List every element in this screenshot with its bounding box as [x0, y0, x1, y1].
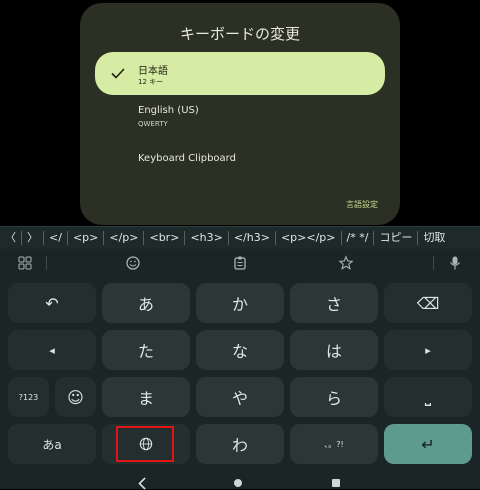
option-english-us[interactable]: English (US) QWERTY	[95, 103, 385, 135]
suggestion-chip[interactable]: コピー	[374, 231, 419, 245]
highlight-box	[116, 426, 174, 462]
keyboard: ↶ あ か さ ⌫ ◂ た な は ▸ ?123 ☺ ま や ら ⎵ あa わ …	[0, 249, 480, 477]
enter-key[interactable]: ↵	[384, 424, 472, 464]
check-icon	[111, 68, 125, 79]
suggestion-chip[interactable]: </h3>	[229, 231, 276, 245]
backspace-key[interactable]: ⌫	[384, 283, 472, 323]
key-ya[interactable]: や	[196, 377, 284, 417]
option-sub: 12 キー	[138, 78, 164, 86]
suggestion-chip[interactable]: 切取	[418, 231, 450, 245]
option-name: English (US)	[138, 105, 199, 116]
keyboard-toolbar	[0, 249, 480, 277]
toolbar-divider	[46, 256, 47, 270]
option-sub: QWERTY	[138, 120, 168, 128]
option-japanese[interactable]: 日本語 12 キー	[95, 52, 385, 95]
undo-key[interactable]: ↶	[8, 283, 96, 323]
key-sa[interactable]: さ	[290, 283, 378, 323]
suggestion-chip[interactable]: 〉	[22, 231, 44, 245]
back-icon[interactable]	[138, 477, 151, 490]
key-ka[interactable]: か	[196, 283, 284, 323]
toolbar-divider	[433, 256, 434, 270]
home-icon[interactable]	[234, 479, 242, 487]
suggestion-chip[interactable]: /* */	[342, 231, 375, 245]
option-name: Keyboard Clipboard	[138, 153, 236, 164]
mic-icon[interactable]	[447, 255, 463, 271]
key-ra[interactable]: ら	[290, 377, 378, 417]
key-a[interactable]: あ	[102, 283, 190, 323]
emoji-icon[interactable]	[125, 255, 141, 271]
language-settings-link[interactable]: 言語設定	[346, 199, 378, 210]
suggestion-chip[interactable]: <p></p>	[276, 231, 342, 245]
keyboard-change-dialog: キーボードの変更 日本語 12 キー English (US) QWERTY K…	[80, 3, 400, 225]
key-ha[interactable]: は	[290, 330, 378, 370]
key-ma[interactable]: ま	[102, 377, 190, 417]
option-name: 日本語	[138, 66, 168, 77]
key-ta[interactable]: た	[102, 330, 190, 370]
suggestion-strip: 〈 〉 </ <p> </p> <br> <h3> </h3> <p></p> …	[0, 226, 480, 249]
suggestion-chip[interactable]: <br>	[144, 231, 186, 245]
punctuation-key[interactable]: 、。?!	[290, 424, 378, 464]
clipboard-icon[interactable]	[232, 255, 248, 271]
emoji-key[interactable]: ☺	[55, 377, 96, 417]
recents-icon[interactable]	[332, 479, 340, 487]
suggestion-chip[interactable]: </p>	[104, 231, 145, 245]
suggestion-chip[interactable]: 〈	[0, 231, 22, 245]
numbers-key[interactable]: ?123	[8, 377, 49, 417]
grid-icon[interactable]	[17, 255, 33, 271]
navigation-bar	[0, 477, 480, 490]
cursor-right-key[interactable]: ▸	[384, 330, 472, 370]
suggestion-chip[interactable]: </	[44, 231, 68, 245]
dialog-title: キーボードの変更	[179, 25, 300, 43]
suggestion-chip[interactable]: <p>	[68, 231, 105, 245]
kana-toggle-key[interactable]: あa	[8, 424, 96, 464]
option-keyboard-clipboard[interactable]: Keyboard Clipboard	[95, 153, 385, 171]
key-na[interactable]: な	[196, 330, 284, 370]
star-icon[interactable]	[338, 255, 354, 271]
cursor-left-key[interactable]: ◂	[8, 330, 96, 370]
suggestion-chip[interactable]: <h3>	[185, 231, 229, 245]
space-key[interactable]: ⎵	[384, 377, 472, 417]
key-wa[interactable]: わ	[196, 424, 284, 464]
